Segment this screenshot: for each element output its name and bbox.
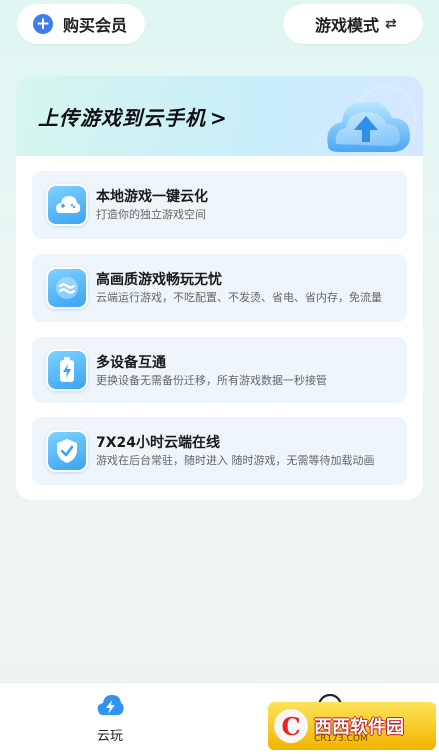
feature-title: 多设备互通: [96, 355, 166, 371]
watermark-url: CR173.COM: [314, 734, 368, 744]
top-bar: + 购买会员 游戏模式 ⇄: [0, 4, 439, 46]
feature-always-online: 7X24小时云端在线 游戏在后台常驻，随时进入 随时游戏，无需等待加载动画: [32, 417, 407, 485]
shield-check-icon: [46, 430, 88, 472]
cloud-upload-icon: [327, 84, 418, 156]
feature-list: 本地游戏一键云化 打造你的独立游戏空间 高画质游戏畅玩无忧 云端运行游戏，不吃配…: [16, 156, 423, 500]
feature-title: 本地游戏一键云化: [96, 189, 208, 205]
upload-banner[interactable]: 上传游戏到云手机 >: [16, 76, 423, 156]
watermark-logo: C 西西软件园 CR173.COM: [268, 702, 436, 750]
feature-title: 7X24小时云端在线: [96, 435, 221, 451]
chevron-right-icon: >: [210, 106, 228, 130]
feature-local-cloudify: 本地游戏一键云化 打造你的独立游戏空间: [32, 171, 407, 239]
upload-game-card: 上传游戏到云手机 > 本地游戏一键云化 打造你的独立游戏空间 高画质游戏畅玩无忧…: [16, 76, 423, 500]
tab-cloud-play-label: 云玩: [96, 729, 123, 744]
watermark-c-icon: C: [274, 709, 308, 743]
feature-desc: 打造你的独立游戏空间: [96, 208, 206, 221]
banner-title: 上传游戏到云手机 >: [38, 106, 228, 130]
cloud-bolt-icon: [97, 695, 124, 715]
gamepad-cloud-icon: [46, 184, 88, 226]
feature-title: 高画质游戏畅玩无忧: [96, 272, 222, 288]
game-mode-button[interactable]: 游戏模式 ⇄: [283, 4, 423, 44]
buy-membership-label: 购买会员: [63, 16, 128, 35]
tab-cloud-play[interactable]: 云玩: [80, 693, 140, 744]
battery-icon: [46, 349, 88, 391]
buy-membership-button[interactable]: + 购买会员: [17, 4, 145, 44]
feature-hd-quality: 高画质游戏畅玩无忧 云端运行游戏，不吃配置、不发烫、省电、省内存，免流量: [32, 254, 407, 322]
wave-icon: [46, 267, 88, 309]
feature-multi-device: 多设备互通 更换设备无需备份迁移，所有游戏数据一秒接管: [32, 337, 407, 403]
swap-icon: ⇄: [385, 16, 397, 32]
game-mode-label: 游戏模式: [315, 16, 380, 35]
feature-desc: 更换设备无需备份迁移，所有游戏数据一秒接管: [96, 374, 327, 387]
plus-icon: +: [33, 14, 53, 34]
feature-desc: 云端运行游戏，不吃配置、不发烫、省电、省内存，免流量: [96, 291, 382, 304]
feature-desc: 游戏在后台常驻，随时进入 随时游戏，无需等待加载动画: [96, 454, 375, 467]
